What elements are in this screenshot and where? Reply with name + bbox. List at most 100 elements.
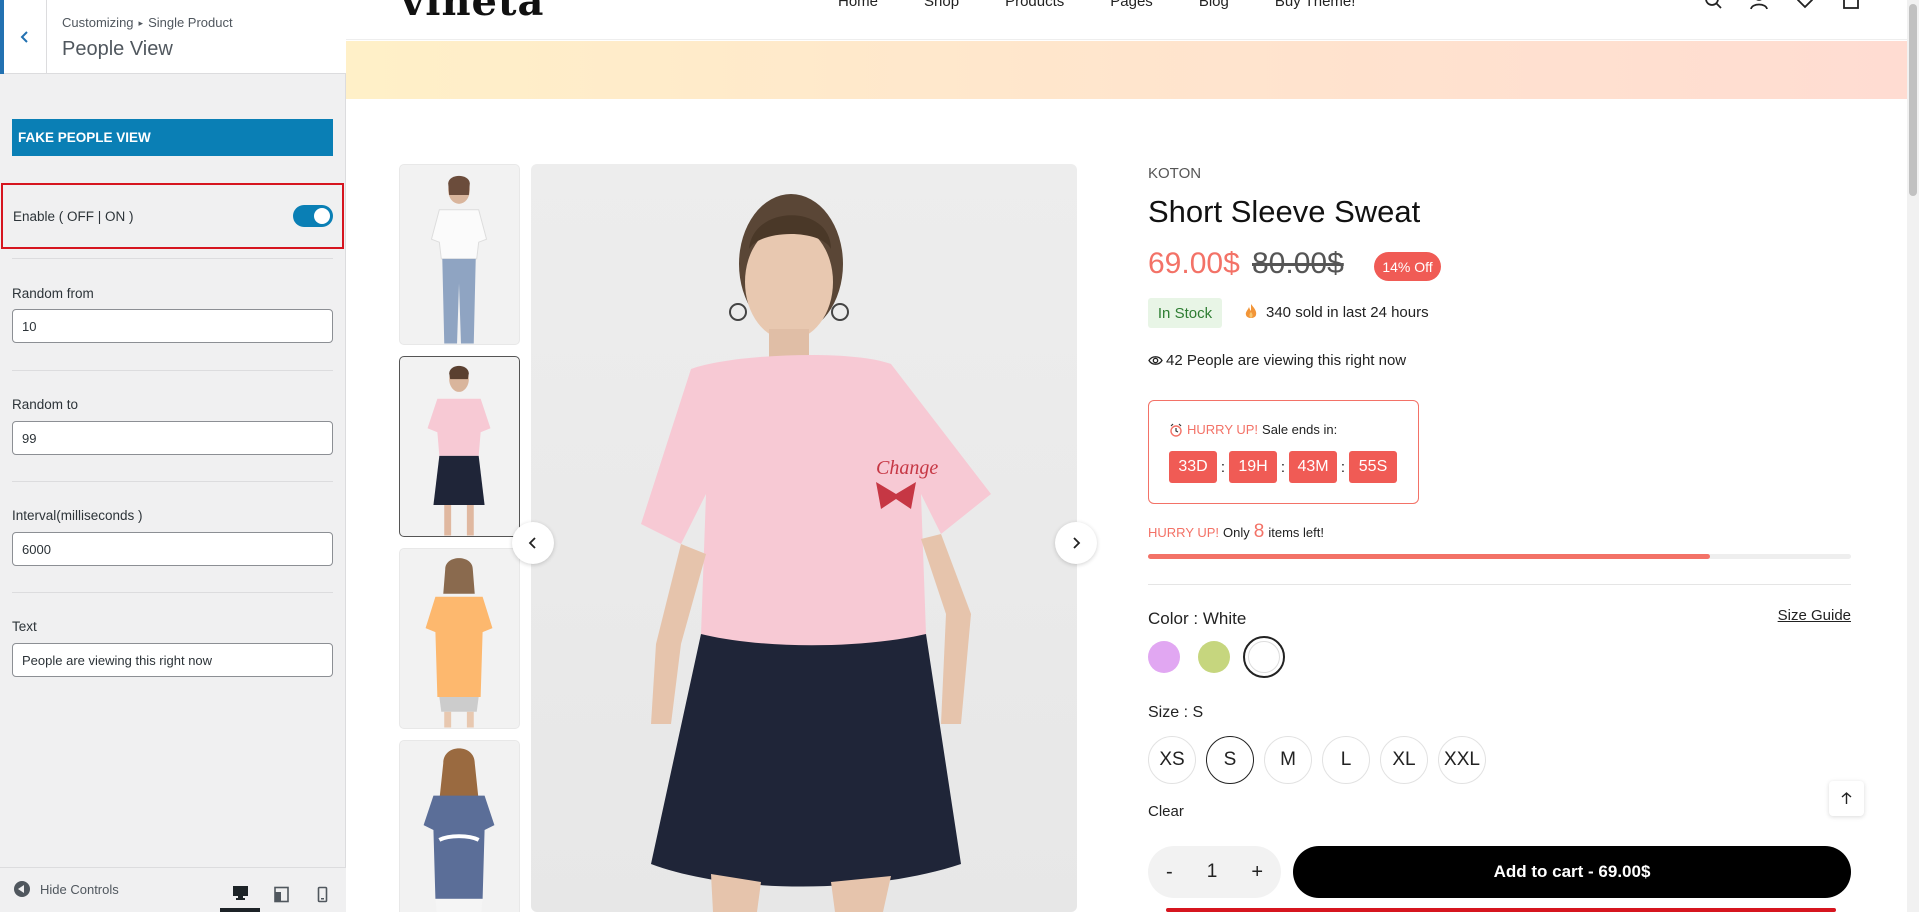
color-value: White xyxy=(1202,609,1247,628)
size-option-xs[interactable]: XS xyxy=(1148,736,1196,784)
size-label-text: Size : xyxy=(1148,704,1189,721)
breadcrumb: Customizing ▸ Single Product xyxy=(62,15,233,30)
breadcrumb-arrow-icon: ▸ xyxy=(138,18,144,28)
customizer-header: Customizing ▸ Single Product People View xyxy=(0,0,346,74)
divider xyxy=(12,258,333,259)
interval-input[interactable] xyxy=(12,532,333,566)
random-from-label: Random from xyxy=(12,286,94,301)
thumbnail-3[interactable] xyxy=(399,548,520,729)
product-title: Short Sleeve Sweat xyxy=(1148,194,1421,229)
site-header: vineta Home Shop Products Pages Blog Buy… xyxy=(346,0,1919,40)
collapse-icon xyxy=(14,881,30,897)
countdown-box: HURRY UP! Sale ends in: 33D : 19H : 43M … xyxy=(1148,400,1419,504)
add-to-cart-button[interactable]: Add to cart - 69.00$ xyxy=(1293,846,1851,898)
nav-item-products[interactable]: Products xyxy=(1005,0,1064,10)
enable-toggle[interactable] xyxy=(293,205,333,227)
prev-image-button[interactable] xyxy=(512,522,554,564)
size-option-l[interactable]: L xyxy=(1322,736,1370,784)
size-option-m[interactable]: M xyxy=(1264,736,1312,784)
hide-controls-label: Hide Controls xyxy=(40,881,119,897)
qty-value[interactable]: 1 xyxy=(1207,861,1218,883)
quantity-stepper: - 1 + xyxy=(1148,846,1281,898)
promo-banner xyxy=(346,41,1919,99)
scrollbar[interactable] xyxy=(1907,0,1919,912)
clear-selection-link[interactable]: Clear xyxy=(1148,803,1184,820)
mobile-preview-button[interactable] xyxy=(302,876,342,912)
size-option-xxl[interactable]: XXL xyxy=(1438,736,1486,784)
arrow-up-icon xyxy=(1841,792,1852,804)
swatch-green[interactable] xyxy=(1198,641,1230,673)
product-brand[interactable]: KOTON xyxy=(1148,165,1201,182)
countdown-seconds: 55S xyxy=(1349,451,1397,483)
items-hurry: HURRY UP! xyxy=(1148,525,1220,540)
viewing-text: 42 People are viewing this right now xyxy=(1166,352,1407,369)
discount-badge: 14% Off xyxy=(1374,252,1441,281)
nav-item-pages[interactable]: Pages xyxy=(1110,0,1153,10)
thumbnail-2[interactable] xyxy=(399,356,520,537)
countdown-hours: 19H xyxy=(1229,451,1277,483)
tablet-preview-button[interactable] xyxy=(261,876,301,912)
search-icon[interactable] xyxy=(1703,0,1723,10)
nav-item-buy-theme[interactable]: Buy Theme! xyxy=(1275,0,1356,10)
color-swatches xyxy=(1148,636,1285,678)
mobile-icon xyxy=(317,886,327,902)
divider xyxy=(1148,584,1851,585)
regular-price: 80.00$ xyxy=(1252,247,1344,280)
sold-counter: 340 sold in last 24 hours xyxy=(1244,303,1429,321)
desktop-preview-button[interactable] xyxy=(220,876,260,912)
main-nav: Home Shop Products Pages Blog Buy Theme! xyxy=(838,0,1401,10)
scrollbar-thumb[interactable] xyxy=(1909,4,1917,196)
qty-minus-button[interactable]: - xyxy=(1166,861,1173,884)
countdown-separator: : xyxy=(1220,458,1226,476)
buy-now-button-edge[interactable] xyxy=(1166,908,1836,912)
qty-plus-button[interactable]: + xyxy=(1251,861,1263,884)
stock-badge: In Stock xyxy=(1148,298,1222,328)
countdown-separator: : xyxy=(1280,458,1286,476)
sold-text: 340 sold in last 24 hours xyxy=(1266,303,1429,321)
countdown-text: Sale ends in: xyxy=(1262,422,1338,437)
cart-icon[interactable] xyxy=(1841,0,1861,10)
size-option-s[interactable]: S xyxy=(1206,736,1254,784)
main-product-image: Change xyxy=(531,164,1077,912)
thumbnail-1[interactable] xyxy=(399,164,520,345)
nav-item-blog[interactable]: Blog xyxy=(1199,0,1229,10)
main-product-photo: Change xyxy=(641,194,991,912)
panel-title: People View xyxy=(62,38,173,60)
interval-label: Interval(milliseconds ) xyxy=(12,508,143,523)
account-icon[interactable] xyxy=(1749,0,1769,10)
color-label: Color : White xyxy=(1148,609,1246,629)
swatch-white[interactable] xyxy=(1243,636,1285,678)
countdown-days: 33D xyxy=(1169,451,1217,483)
breadcrumb-parent: Single Product xyxy=(148,15,233,30)
wishlist-icon[interactable] xyxy=(1795,0,1815,10)
hide-controls-button[interactable]: Hide Controls xyxy=(14,881,119,897)
thumbnail-4[interactable] xyxy=(399,740,520,912)
people-viewing: 42 People are viewing this right now xyxy=(1148,352,1406,369)
random-to-input[interactable] xyxy=(12,421,333,455)
back-button[interactable] xyxy=(0,0,47,74)
size-option-xl[interactable]: XL xyxy=(1380,736,1428,784)
customizer-sidebar: Customizing ▸ Single Product People View F… xyxy=(0,0,346,912)
svg-text:Change: Change xyxy=(876,457,938,479)
color-label-text: Color : xyxy=(1148,609,1199,628)
next-image-button[interactable] xyxy=(1055,522,1097,564)
items-only: Only xyxy=(1223,525,1250,540)
random-from-input[interactable] xyxy=(12,309,333,343)
divider xyxy=(12,481,333,482)
thumbnail-image-pink-tee xyxy=(427,365,491,536)
size-guide-link[interactable]: Size Guide xyxy=(1778,607,1851,624)
header-icons xyxy=(1703,0,1861,10)
site-logo[interactable]: vineta xyxy=(401,0,544,25)
nav-item-shop[interactable]: Shop xyxy=(924,0,959,10)
thumbnail-image-orange-tee xyxy=(425,558,493,728)
customizer-footer: Hide Controls xyxy=(0,867,346,912)
text-input[interactable] xyxy=(12,643,333,677)
countdown-units: 33D : 19H : 43M : 55S xyxy=(1169,451,1397,483)
back-to-top-button[interactable] xyxy=(1829,781,1864,816)
site-preview: vineta Home Shop Products Pages Blog Buy… xyxy=(346,0,1919,912)
sale-price: 69.00$ xyxy=(1148,247,1240,280)
breadcrumb-root: Customizing xyxy=(62,15,134,30)
swatch-purple[interactable] xyxy=(1148,641,1180,673)
enable-control: Enable ( OFF | ON ) xyxy=(1,183,344,249)
nav-item-home[interactable]: Home xyxy=(838,0,878,10)
